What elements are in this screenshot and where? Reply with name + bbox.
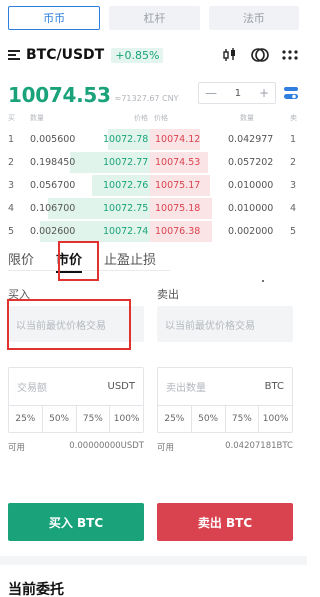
market-tabs: 币币 杠杆 法币 — [8, 6, 299, 30]
table-row[interactable]: 4 0.106700 10072.75 10075.18 0.010000 4 — [8, 197, 299, 220]
table-row[interactable]: 2 0.198450 10072.77 10074.53 0.057202 2 — [8, 151, 299, 174]
sell-amount-box: 卖出数量 BTC 25% 50% 75% 100% — [157, 367, 293, 433]
pair-name[interactable]: BTC/USDT — [26, 47, 104, 63]
row-index: 1 — [8, 134, 15, 145]
annotation-box-market — [58, 241, 99, 281]
row-index: 2 — [290, 157, 297, 168]
sell-btc-button[interactable]: 卖出 BTC — [157, 503, 293, 541]
ask-qty: 0.010000 — [228, 180, 274, 191]
buy-available: 可用 0.00000000USDT — [8, 441, 144, 453]
sell-avail-value: 0.04207181BTC — [225, 441, 293, 451]
header-buy-qty: 数量 — [30, 114, 44, 122]
section-divider — [0, 556, 307, 565]
ask-qty: 0.002000 — [228, 226, 274, 237]
buy-percent-row: 25% 50% 75% 100% — [9, 406, 143, 432]
table-row[interactable]: 5 0.002600 10072.74 10076.38 0.002000 5 — [8, 220, 299, 243]
row-index: 1 — [290, 134, 297, 145]
bid-qty: 0.056700 — [30, 180, 76, 191]
ask-qty: 0.010000 — [228, 203, 274, 214]
sell-avail-label: 可用 — [157, 443, 175, 453]
table-row[interactable]: 1 0.005600 10072.78 10074.12 0.042977 1 — [8, 128, 299, 151]
price-row: 10074.53 ≈71327.67 CNY — 1 + — [8, 82, 299, 108]
orderbook: 1 0.005600 10072.78 10074.12 0.042977 1 … — [8, 128, 299, 243]
decorative-dot — [262, 280, 264, 282]
buy-amount-placeholder: 交易额 — [17, 383, 47, 394]
sell-price-input[interactable]: 以当前最优价格交易 — [157, 306, 293, 342]
row-index: 4 — [8, 203, 15, 214]
row-index: 3 — [8, 180, 15, 191]
orderbook-header: 买 数量 价格 价格 数量 卖 — [8, 113, 299, 125]
sell-available: 可用 0.04207181BTC — [157, 441, 293, 453]
bid-price[interactable]: 10072.74 — [103, 226, 148, 237]
sell-percent-row: 25% 50% 75% 100% — [158, 406, 292, 432]
buy-pct-100-button[interactable]: 100% — [110, 406, 143, 432]
buy-btc-button[interactable]: 买入 BTC — [8, 503, 144, 541]
table-row[interactable]: 3 0.056700 10072.76 10075.17 0.010000 3 — [8, 174, 299, 197]
buy-pct-75-button[interactable]: 75% — [77, 406, 111, 432]
sell-pct-50-button[interactable]: 50% — [192, 406, 226, 432]
bid-qty: 0.106700 — [30, 203, 76, 214]
more-dots-icon[interactable] — [281, 46, 299, 64]
sell-pct-75-button[interactable]: 75% — [226, 406, 260, 432]
ask-price[interactable]: 10074.12 — [155, 134, 200, 145]
header-sell-price: 价格 — [154, 114, 168, 122]
bid-price[interactable]: 10072.78 — [103, 134, 148, 145]
plus-icon[interactable]: + — [259, 86, 269, 100]
bid-qty: 0.198450 — [30, 157, 76, 168]
row-index: 3 — [290, 180, 297, 191]
sell-amount-unit: BTC — [264, 381, 284, 392]
ask-price[interactable]: 10076.38 — [155, 226, 200, 237]
ask-qty: 0.057202 — [228, 157, 274, 168]
cny-price: ≈71327.67 CNY — [114, 93, 179, 103]
sell-pct-25-button[interactable]: 25% — [158, 406, 192, 432]
bid-qty: 0.002600 — [30, 226, 76, 237]
bid-price[interactable]: 10072.75 — [103, 203, 148, 214]
tab-fiat[interactable]: 法币 — [208, 6, 299, 30]
change-badge: +0.85% — [111, 47, 164, 63]
toggle-icon[interactable] — [283, 85, 299, 101]
ask-price[interactable]: 10074.53 — [155, 157, 200, 168]
depth-value: 1 — [234, 87, 242, 99]
bid-price[interactable]: 10072.76 — [103, 180, 148, 191]
minus-icon[interactable]: — — [205, 86, 217, 100]
buy-amount-unit: USDT — [107, 381, 135, 392]
ask-qty: 0.042977 — [228, 134, 274, 145]
buy-avail-label: 可用 — [8, 443, 26, 453]
buy-avail-value: 0.00000000USDT — [69, 441, 144, 451]
last-price: 10074.53 — [8, 83, 111, 107]
header-buy-price: 价格 — [134, 114, 148, 122]
tab-spot[interactable]: 币币 — [8, 6, 101, 30]
current-orders-title: 当前委托 — [8, 582, 64, 597]
row-index: 5 — [290, 226, 297, 237]
annotation-box-buy-price — [7, 299, 131, 350]
pair-header: BTC/USDT +0.85% — [8, 44, 299, 66]
tab-limit[interactable]: 限价 — [8, 249, 34, 268]
row-index: 5 — [8, 226, 15, 237]
sell-label: 卖出 — [157, 288, 179, 301]
depth-stepper[interactable]: — 1 + — [198, 82, 276, 104]
row-index: 2 — [8, 157, 15, 168]
tab-margin[interactable]: 杠杆 — [109, 6, 200, 30]
row-index: 4 — [290, 203, 297, 214]
header-buy-idx: 买 — [8, 114, 15, 122]
header-sell-qty: 数量 — [240, 114, 254, 122]
bid-qty: 0.005600 — [30, 134, 76, 145]
buy-amount-box: 交易额 USDT 25% 50% 75% 100% — [8, 367, 144, 433]
menu-icon[interactable] — [8, 50, 20, 60]
buy-pct-50-button[interactable]: 50% — [43, 406, 77, 432]
bid-price[interactable]: 10072.77 — [103, 157, 148, 168]
buy-amount-input[interactable]: 交易额 USDT — [9, 368, 143, 406]
ask-price[interactable]: 10075.17 — [155, 180, 200, 191]
buy-pct-25-button[interactable]: 25% — [9, 406, 43, 432]
ask-price[interactable]: 10075.18 — [155, 203, 200, 214]
exchange-circle-icon[interactable] — [251, 46, 269, 64]
header-sell-idx: 卖 — [290, 114, 297, 122]
sell-amount-input[interactable]: 卖出数量 BTC — [158, 368, 292, 406]
sell-pct-100-button[interactable]: 100% — [259, 406, 292, 432]
sell-amount-placeholder: 卖出数量 — [166, 383, 206, 394]
order-type-tabs: 限价 市价 止盈止损 — [8, 248, 299, 273]
candlestick-chart-icon[interactable] — [221, 46, 239, 64]
tab-stop[interactable]: 止盈止损 — [104, 249, 156, 268]
